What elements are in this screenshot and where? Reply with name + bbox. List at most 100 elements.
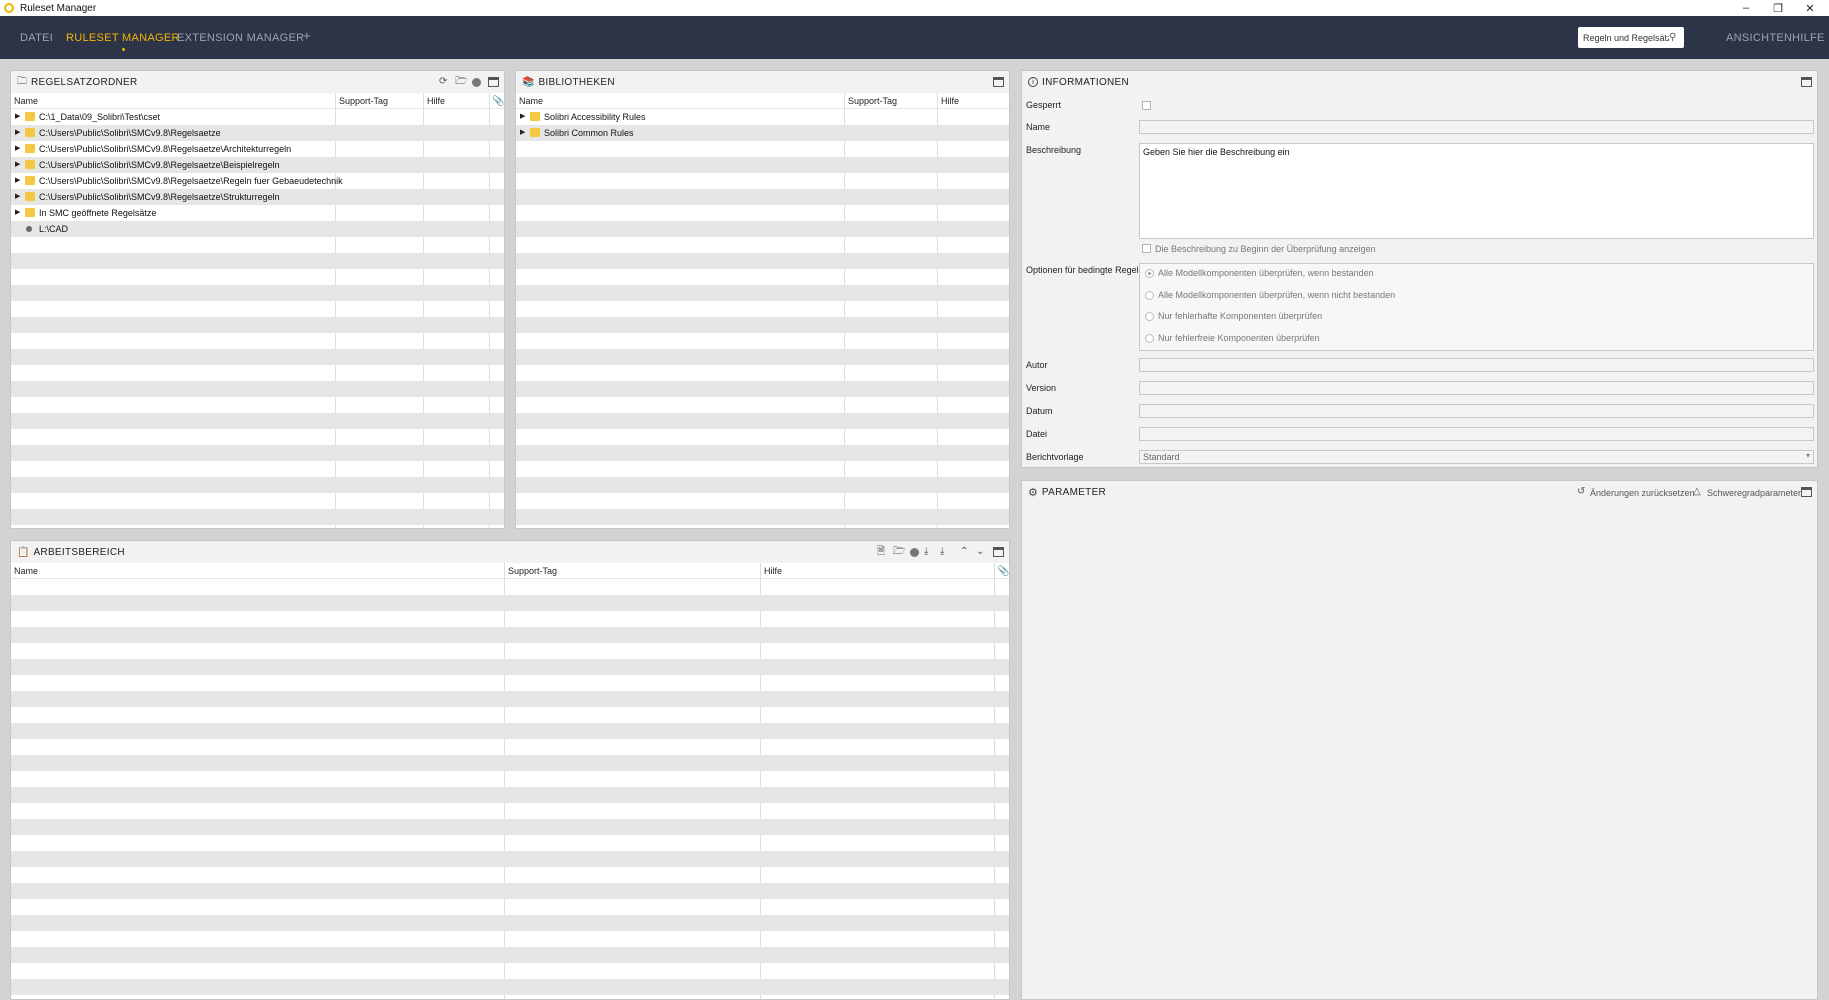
- open-folder-icon[interactable]: 🗁: [455, 76, 467, 88]
- column-name[interactable]: Name: [14, 566, 38, 576]
- move-up-icon[interactable]: ⌃: [960, 546, 968, 558]
- reset-changes-button[interactable]: Änderungen zurücksetzen: [1590, 487, 1695, 499]
- menu-ruleset-manager[interactable]: RULESET MANAGER: [66, 32, 180, 51]
- new-file-icon[interactable]: 🗎: [877, 546, 885, 558]
- column-support-tag[interactable]: Support-Tag: [339, 96, 388, 106]
- table-row: [11, 739, 1009, 755]
- minimize-button[interactable]: –: [1731, 0, 1761, 16]
- search-box[interactable]: ⚲: [1578, 27, 1684, 48]
- maximize-panel-icon[interactable]: [488, 77, 499, 87]
- open-folder-icon[interactable]: 🗁: [893, 546, 905, 558]
- show-description-checkbox[interactable]: [1142, 244, 1151, 253]
- column-hilfe[interactable]: Hilfe: [941, 96, 959, 106]
- warning-icon[interactable]: △: [1693, 486, 1701, 498]
- expand-arrow-icon[interactable]: ▶: [15, 176, 20, 184]
- expand-arrow-icon[interactable]: ▶: [520, 128, 525, 136]
- disc-icon[interactable]: [472, 78, 481, 87]
- menu-hilfe[interactable]: HILFE: [1792, 32, 1825, 44]
- expand-arrow-icon[interactable]: ▶: [15, 160, 20, 168]
- table-row: [11, 883, 1009, 899]
- maximize-panel-icon[interactable]: [993, 77, 1004, 87]
- table-row: [516, 221, 1009, 237]
- menu-extension-manager[interactable]: EXTENSION MANAGER: [177, 32, 304, 44]
- datei-field[interactable]: [1139, 427, 1814, 441]
- search-input[interactable]: [1583, 32, 1669, 43]
- expand-arrow-icon[interactable]: ▶: [15, 144, 20, 152]
- maximize-panel-icon[interactable]: [1801, 77, 1812, 87]
- gear-icon: ⚙: [1028, 486, 1038, 499]
- import-icon[interactable]: ⤓: [940, 546, 944, 558]
- label-autor: Autor: [1026, 360, 1048, 370]
- version-field[interactable]: [1139, 381, 1814, 395]
- label-datei: Datei: [1026, 429, 1048, 439]
- table-row[interactable]: ▶ Solibri Accessibility Rules: [516, 109, 1009, 125]
- export-icon[interactable]: ⤓: [924, 546, 928, 558]
- expand-arrow-icon[interactable]: ▶: [520, 112, 525, 120]
- option-label-3: Nur fehlerhafte Komponenten überprüfen: [1158, 311, 1323, 321]
- option-radio-4[interactable]: [1145, 334, 1154, 343]
- close-button[interactable]: ✕: [1795, 0, 1825, 16]
- option-radio-2[interactable]: [1145, 291, 1154, 300]
- expand-arrow-icon[interactable]: ▶: [15, 192, 20, 200]
- expand-arrow-icon[interactable]: ▶: [15, 128, 20, 136]
- table-row: [11, 659, 1009, 675]
- option-radio-3[interactable]: [1145, 312, 1154, 321]
- table-row: [516, 333, 1009, 349]
- table-row[interactable]: ▶ C:\Users\Public\Solibri\SMCv9.8\Regelsa…: [11, 173, 504, 189]
- table-row[interactable]: ▶ Solibri Common Rules: [516, 125, 1009, 141]
- berichtvorlage-select[interactable]: Standard ▾: [1139, 450, 1814, 464]
- move-down-icon[interactable]: ⌄: [976, 546, 984, 558]
- severity-parameters-button[interactable]: Schweregradparameter: [1707, 487, 1801, 499]
- table-row[interactable]: ▶ C:\Users\Public\Solibri\SMCv9.8\Regelsa…: [11, 141, 504, 157]
- table-row: [11, 595, 1009, 611]
- table-row[interactable]: L:\CAD: [11, 221, 504, 237]
- column-name[interactable]: Name: [14, 96, 38, 106]
- maximize-panel-icon[interactable]: [993, 547, 1004, 557]
- table-row: [516, 509, 1009, 525]
- table-row: [516, 269, 1009, 285]
- table-row[interactable]: ▶ In SMC geöffnete Regelsätze: [11, 205, 504, 221]
- gesperrt-checkbox[interactable]: [1142, 101, 1151, 110]
- option-radio-1[interactable]: [1145, 269, 1154, 278]
- folder-icon: [25, 208, 35, 217]
- disc-icon[interactable]: [910, 548, 919, 557]
- column-support-tag[interactable]: Support-Tag: [848, 96, 897, 106]
- parameter-panel: ⚙ PARAMETER ↺ Änderungen zurücksetzen △ …: [1021, 480, 1818, 1000]
- table-row: [516, 365, 1009, 381]
- panel-title: BIBLIOTHEKEN: [538, 76, 615, 88]
- table-row[interactable]: ▶ C:\1_Data\09_Solibri\Test\cset: [11, 109, 504, 125]
- expand-arrow-icon[interactable]: ▶: [15, 208, 20, 216]
- beschreibung-field[interactable]: Geben Sie hier die Beschreibung ein: [1139, 143, 1814, 239]
- table-row: [516, 205, 1009, 221]
- column-hilfe[interactable]: Hilfe: [427, 96, 445, 106]
- arbeitsbereich-panel: 📋 ARBEITSBEREICH 🗎 🗁 ⤓ ⤓ ⌃ ⌄ Name Suppor…: [10, 540, 1010, 1000]
- search-icon[interactable]: ⚲: [1669, 32, 1676, 43]
- column-hilfe[interactable]: Hilfe: [764, 566, 782, 576]
- table-row: [11, 867, 1009, 883]
- add-tab-button[interactable]: +: [303, 28, 311, 43]
- refresh-icon[interactable]: ⟳: [439, 76, 447, 88]
- table-row[interactable]: ▶ C:\Users\Public\Solibri\SMCv9.8\Regelsa…: [11, 157, 504, 173]
- table-row: [11, 947, 1009, 963]
- drive-icon: [26, 226, 32, 232]
- row-label: L:\CAD: [39, 224, 69, 234]
- attachment-icon: 📎: [492, 96, 505, 107]
- restore-button[interactable]: ❐: [1763, 0, 1793, 16]
- column-name[interactable]: Name: [519, 96, 543, 106]
- table-row: [516, 381, 1009, 397]
- expand-arrow-icon[interactable]: ▶: [15, 112, 20, 120]
- info-icon: i: [1028, 77, 1038, 87]
- datum-field[interactable]: [1139, 404, 1814, 418]
- undo-icon[interactable]: ↺: [1577, 486, 1585, 498]
- autor-field[interactable]: [1139, 358, 1814, 372]
- chevron-down-icon[interactable]: ▾: [1806, 451, 1810, 460]
- table-row: [11, 477, 504, 493]
- menu-datei[interactable]: DATEI: [20, 32, 53, 44]
- menu-ansichten[interactable]: ANSICHTEN: [1726, 32, 1792, 44]
- name-field[interactable]: [1139, 120, 1814, 134]
- maximize-panel-icon[interactable]: [1801, 487, 1812, 497]
- table-row[interactable]: ▶ C:\Users\Public\Solibri\SMCv9.8\Regelsa…: [11, 189, 504, 205]
- table-row[interactable]: ▶ C:\Users\Public\Solibri\SMCv9.8\Regelsa…: [11, 125, 504, 141]
- table-row: [516, 157, 1009, 173]
- column-support-tag[interactable]: Support-Tag: [508, 566, 557, 576]
